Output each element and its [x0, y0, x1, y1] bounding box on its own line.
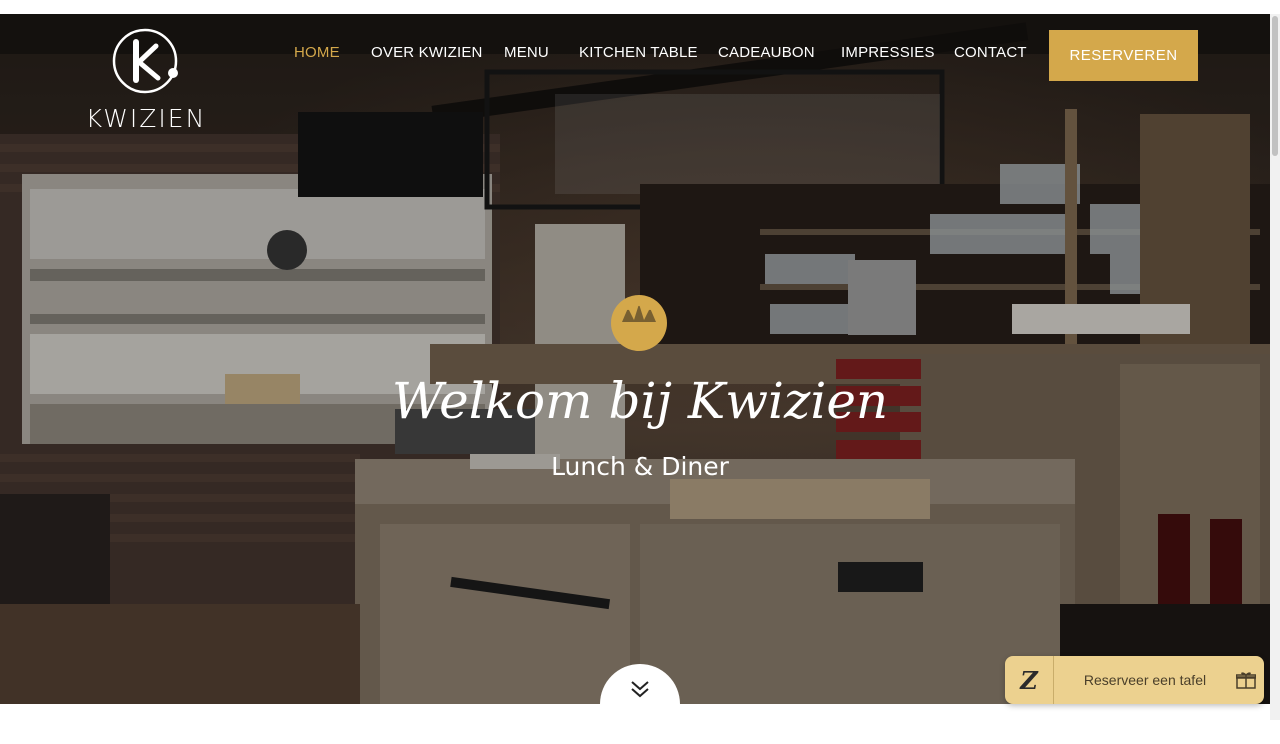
scrollbar-thumb[interactable] [1272, 16, 1278, 156]
reserveren-button[interactable]: RESERVEREN [1049, 30, 1198, 81]
gift-icon[interactable] [1228, 671, 1264, 689]
nav-item-menu[interactable]: MENU [504, 44, 549, 61]
nav-item-kitchen-table[interactable]: KITCHEN TABLE [579, 44, 698, 61]
logo-wordmark: KWIZIEN [85, 104, 207, 133]
hero-title: Welkom bij Kwizien [391, 372, 889, 430]
nav-item-over-kwizien[interactable]: OVER KWIZIEN [371, 44, 483, 61]
hero-subtitle: Lunch & Diner [551, 452, 729, 481]
nav-item-contact[interactable]: CONTACT [954, 44, 1027, 61]
logo-k-icon [112, 28, 178, 94]
top-strip [0, 0, 1280, 14]
brand-logo[interactable]: KWIZIEN [80, 28, 212, 138]
crown-icon [611, 295, 667, 351]
nav-item-impressies[interactable]: IMPRESSIES [841, 44, 935, 61]
nav-item-home[interactable]: HOME [294, 44, 340, 61]
reserve-table-widget[interactable]: Z Reserveer een tafel [1005, 656, 1264, 704]
zenchef-logo-icon: Z [1005, 656, 1054, 704]
nav-item-cadeaubon[interactable]: CADEAUBON [718, 44, 815, 61]
reserve-table-label: Reserveer een tafel [1083, 672, 1207, 688]
scroll-down-button[interactable] [600, 664, 680, 744]
chevron-double-down-icon [631, 681, 649, 698]
